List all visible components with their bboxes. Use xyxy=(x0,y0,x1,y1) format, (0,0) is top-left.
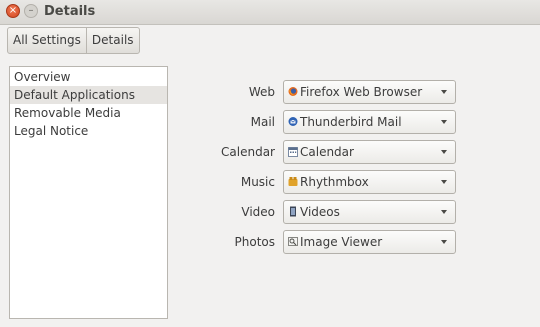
video-combo[interactable]: Videos xyxy=(283,200,456,224)
video-label: Video xyxy=(241,205,275,219)
firefox-icon xyxy=(288,87,298,96)
chevron-down-icon xyxy=(441,120,447,124)
details-window: × – Details All Settings Details Overvie… xyxy=(0,0,540,327)
chevron-down-icon xyxy=(441,180,447,184)
sidebar-list: Overview Default Applications Removable … xyxy=(9,66,168,319)
mail-label: Mail xyxy=(250,115,275,129)
default-row-web: Web Firefox Web Browser xyxy=(200,80,460,104)
title-bar: × – Details xyxy=(0,0,540,25)
videos-icon xyxy=(290,206,296,217)
default-row-music: Music Rhythmbox xyxy=(200,170,460,194)
music-combo-value: Rhythmbox xyxy=(300,175,369,189)
web-label: Web xyxy=(248,85,275,99)
photos-combo-value: Image Viewer xyxy=(300,235,383,249)
breadcrumb-details[interactable]: Details xyxy=(85,28,139,53)
image-viewer-icon xyxy=(288,237,298,246)
music-label: Music xyxy=(240,175,275,189)
mail-combo-value: Thunderbird Mail xyxy=(300,115,402,129)
rhythmbox-icon xyxy=(288,177,298,186)
chevron-down-icon xyxy=(441,240,447,244)
calendar-combo-value: Calendar xyxy=(300,145,354,159)
close-icon: × xyxy=(8,5,18,16)
minimize-button[interactable]: – xyxy=(24,4,38,18)
music-combo[interactable]: Rhythmbox xyxy=(283,170,456,194)
calendar-combo[interactable]: Calendar xyxy=(283,140,456,164)
photos-label: Photos xyxy=(234,235,275,249)
photos-combo[interactable]: Image Viewer xyxy=(283,230,456,254)
window-title: Details xyxy=(44,4,96,19)
chevron-down-icon xyxy=(441,210,447,214)
default-row-photos: Photos Image Viewer xyxy=(200,230,460,254)
video-combo-value: Videos xyxy=(300,205,340,219)
default-row-mail: Mail Thunderbird Mail xyxy=(200,110,460,134)
calendar-icon xyxy=(288,147,298,157)
calendar-label: Calendar xyxy=(221,145,275,159)
sidebar-item-removable-media[interactable]: Removable Media xyxy=(10,104,167,122)
default-row-calendar: Calendar Calendar xyxy=(200,140,460,164)
sidebar-item-default-applications[interactable]: Default Applications xyxy=(10,86,167,104)
web-combo[interactable]: Firefox Web Browser xyxy=(283,80,456,104)
mail-combo[interactable]: Thunderbird Mail xyxy=(283,110,456,134)
sidebar-item-overview[interactable]: Overview xyxy=(10,68,167,86)
sidebar-item-legal-notice[interactable]: Legal Notice xyxy=(10,122,167,140)
chevron-down-icon xyxy=(441,90,447,94)
chevron-down-icon xyxy=(441,150,447,154)
web-combo-value: Firefox Web Browser xyxy=(300,85,423,99)
default-row-video: Video Videos xyxy=(200,200,460,224)
breadcrumb-all-settings[interactable]: All Settings xyxy=(8,28,86,53)
minimize-icon: – xyxy=(28,5,34,16)
thunderbird-icon xyxy=(288,117,298,126)
breadcrumb: All Settings Details xyxy=(7,27,140,54)
close-button[interactable]: × xyxy=(6,4,20,18)
